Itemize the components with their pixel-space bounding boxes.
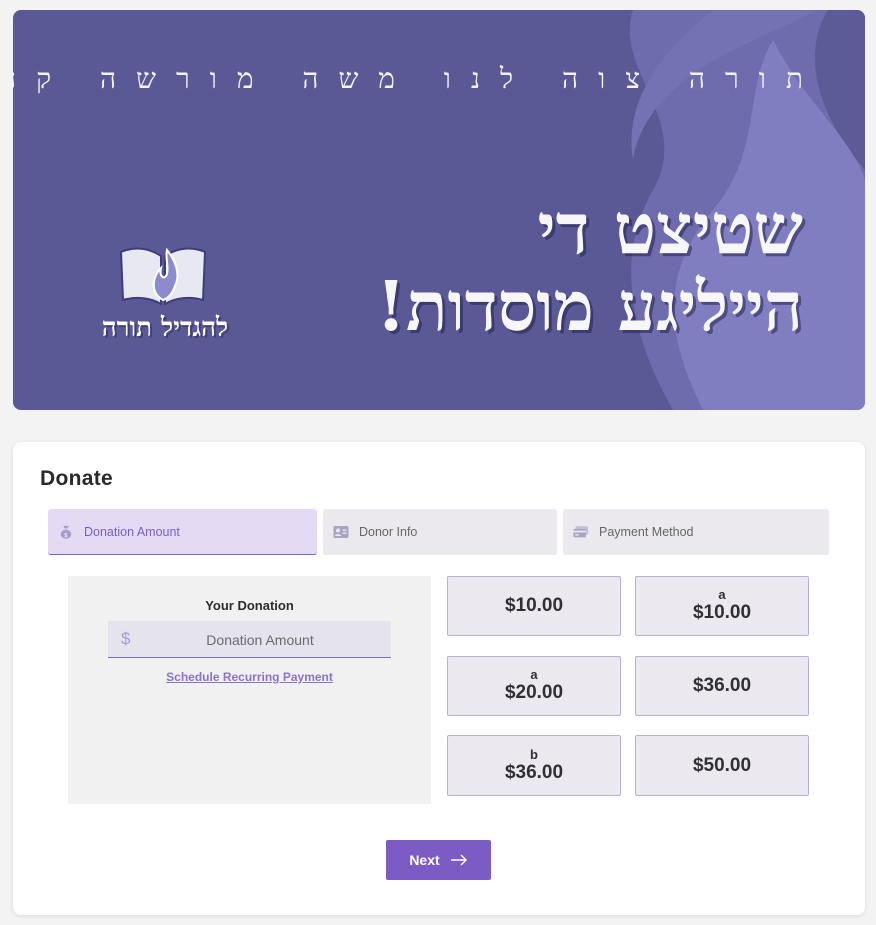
amount-option-button[interactable]: a $10.00 <box>635 576 809 636</box>
organization-logo: להגדיל תורה <box>75 238 255 353</box>
logo-text: להגדיל תורה <box>101 313 229 343</box>
banner-motto: תורה צוה לנו משה מורשה קהלת יעקב <box>13 62 823 95</box>
next-label: Next <box>409 852 440 868</box>
your-donation-label: Your Donation <box>205 598 294 613</box>
banner-headline-line2: הייליגע מוסדות! <box>376 267 803 347</box>
donation-amount-input[interactable] <box>138 621 382 658</box>
next-button[interactable]: Next <box>386 840 491 880</box>
amount-value: $20.00 <box>504 682 564 703</box>
schedule-recurring-link[interactable]: Schedule Recurring Payment <box>68 670 431 684</box>
amount-value: $10.00 <box>504 595 564 616</box>
hero-banner: תורה צוה לנו משה מורשה קהלת יעקב שטיצט ד… <box>13 10 865 410</box>
amount-value: $10.00 <box>692 602 752 623</box>
donation-amount-field[interactable]: $ <box>108 621 391 658</box>
page-title: Donate <box>40 467 113 490</box>
amount-label: a <box>718 587 726 602</box>
amount-label: a <box>530 667 538 682</box>
amount-option-button[interactable]: $36.00 <box>635 656 809 716</box>
amount-label: b <box>530 746 538 762</box>
tab-donor-info[interactable]: Donor Info <box>323 509 557 555</box>
arrow-right-icon <box>450 854 467 866</box>
banner-headline-line1: שטיצט די <box>537 187 803 270</box>
tab-label: Donor Info <box>359 525 418 539</box>
tab-payment-method[interactable]: Payment Method <box>563 509 829 555</box>
tab-label: Donation Amount <box>84 524 180 539</box>
credit-card-icon <box>573 526 589 538</box>
amount-option-button[interactable]: $10.00 <box>447 576 621 636</box>
contact-card-icon <box>333 526 349 538</box>
banner-headline: שטיצט די הייליגע מוסדות! <box>303 187 803 347</box>
amount-option-button[interactable]: a $20.00 <box>447 656 621 716</box>
amount-value: $36.00 <box>504 761 564 783</box>
money-bag-icon: $ <box>60 525 72 538</box>
dollar-icon: $ <box>121 629 131 648</box>
tab-label: Payment Method <box>599 525 694 539</box>
amount-option-button[interactable]: $50.00 <box>635 735 809 796</box>
open-book-flame-icon <box>119 247 207 306</box>
amount-option-button[interactable]: b $36.00 <box>447 735 621 796</box>
tab-donation-amount[interactable]: $ Donation Amount <box>48 509 317 555</box>
svg-text:$: $ <box>64 531 68 538</box>
your-donation-panel: Your Donation $ Schedule Recurring Payme… <box>68 576 431 804</box>
amount-value: $36.00 <box>692 675 752 696</box>
donate-card: Donate $ Donation Amount Donor Info Paym… <box>13 442 865 915</box>
amount-value: $50.00 <box>692 754 752 776</box>
